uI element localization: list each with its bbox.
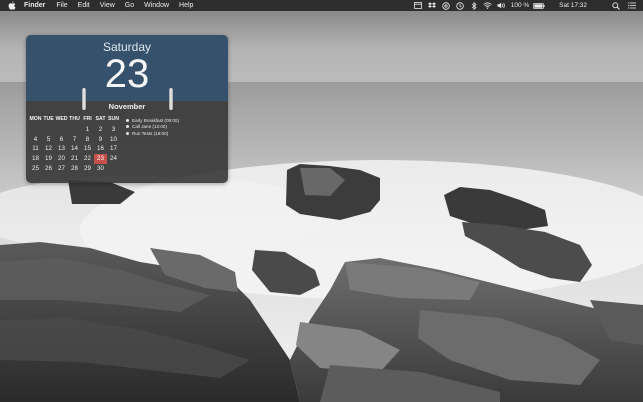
day-cell[interactable]: 12 — [42, 144, 55, 154]
week-row: 123 — [29, 125, 120, 135]
day-cell[interactable]: 25 — [29, 164, 42, 174]
menu-go[interactable]: Go — [125, 0, 134, 11]
month-grid: MON TUE WED THU FRI SAT SUN 1 2 3 4 5 6 7 8 9 10 1… — [29, 115, 120, 173]
weekday-header: THU — [69, 116, 80, 122]
weeks-container: 1 2 3 4 5 6 7 8 9 10 11 12 13 14 15 16 17 18 19 20 21 22 23 24 2… — [29, 125, 120, 174]
day-cell[interactable]: 11 — [29, 144, 42, 154]
event-label: Early Breakfast (08:00) — [132, 117, 179, 123]
menu-file[interactable]: File — [56, 0, 67, 11]
day-cell[interactable]: 3 — [107, 125, 120, 135]
day-cell[interactable]: 29 — [81, 164, 94, 174]
menu-help[interactable]: Help — [179, 0, 193, 11]
weekday-header-row: MON TUE WED THU FRI SAT SUN — [29, 115, 120, 125]
day-cell[interactable]: 9 — [94, 135, 107, 145]
day-cell[interactable]: 26 — [42, 164, 55, 174]
dropbox-icon[interactable] — [427, 0, 437, 11]
day-cell[interactable]: 20 — [55, 154, 68, 164]
status-area: 100 % Sat 17:32 — [409, 0, 637, 11]
day-cell[interactable]: 28 — [68, 164, 81, 174]
weekday-header: FRI — [83, 116, 92, 122]
event-list: Early Breakfast (08:00) Call Jane (12:00… — [126, 117, 179, 137]
calendar-icon[interactable] — [413, 0, 423, 11]
event-item[interactable]: Run Tests (18:00) — [126, 130, 179, 137]
weekday-header: SAT — [95, 116, 106, 122]
weekday-header: WED — [55, 116, 68, 122]
battery-percentage[interactable]: 100 % — [511, 0, 529, 11]
apple-logo-icon[interactable] — [8, 0, 17, 11]
menu-edit[interactable]: Edit — [78, 0, 90, 11]
day-cell-today[interactable]: 23 — [94, 154, 107, 164]
battery-icon[interactable] — [533, 0, 545, 11]
week-row: 25 26 27 28 29 30 — [29, 164, 120, 174]
menu-window[interactable]: Window — [144, 0, 169, 11]
day-cell[interactable]: 1 — [81, 125, 94, 135]
volume-icon[interactable] — [497, 0, 507, 11]
empty-day-cell — [42, 125, 55, 135]
day-cell[interactable]: 2 — [94, 125, 107, 135]
day-cell[interactable]: 17 — [107, 144, 120, 154]
day-cell[interactable]: 30 — [94, 164, 107, 174]
empty-day-cell — [107, 164, 120, 174]
day-cell[interactable]: 15 — [81, 144, 94, 154]
at-icon[interactable] — [441, 0, 451, 11]
bluetooth-icon[interactable] — [469, 0, 479, 11]
current-day-number: 23 — [104, 52, 150, 96]
menu-bar: Finder File Edit View Go Window Help 100… — [0, 0, 643, 11]
weekday-header: TUE — [43, 116, 54, 122]
menubar-clock[interactable]: Sat 17:32 — [559, 0, 587, 11]
event-bullet-icon — [126, 131, 129, 135]
time-machine-icon[interactable] — [455, 0, 465, 11]
weekday-header: MON — [29, 116, 42, 122]
menu-app-finder[interactable]: Finder — [24, 0, 45, 11]
weekday-header: SUN — [108, 116, 119, 122]
empty-day-cell — [55, 125, 68, 135]
day-cell[interactable]: 4 — [29, 135, 42, 145]
week-row: 18 19 20 21 22 23 24 — [29, 154, 120, 164]
event-label: Call Jane (12:00) — [132, 124, 167, 130]
event-bullet-icon — [126, 118, 129, 122]
day-cell[interactable]: 22 — [81, 154, 94, 164]
week-row: 4 5 6 7 8 9 10 — [29, 135, 120, 145]
event-item[interactable]: Early Breakfast (08:00) — [126, 117, 179, 124]
week-row: 11 12 13 14 15 16 17 — [29, 144, 120, 154]
menu-view[interactable]: View — [100, 0, 115, 11]
day-cell[interactable]: 21 — [68, 154, 81, 164]
notification-center-icon[interactable] — [627, 0, 637, 11]
day-cell[interactable]: 24 — [107, 154, 120, 164]
day-cell[interactable]: 27 — [55, 164, 68, 174]
empty-day-cell — [29, 125, 42, 135]
day-cell[interactable]: 19 — [42, 154, 55, 164]
day-cell[interactable]: 10 — [107, 135, 120, 145]
day-cell[interactable]: 7 — [68, 135, 81, 145]
wifi-icon[interactable] — [483, 0, 493, 11]
day-cell[interactable]: 13 — [55, 144, 68, 154]
calendar-widget[interactable]: Saturday 23 November MON TUE WED THU FRI… — [26, 35, 228, 183]
spotlight-search-icon[interactable] — [611, 0, 621, 11]
event-label: Run Tests (18:00) — [132, 130, 169, 136]
day-cell[interactable]: 5 — [42, 135, 55, 145]
day-cell[interactable]: 14 — [68, 144, 81, 154]
empty-day-cell — [68, 125, 81, 135]
current-month: November — [108, 102, 146, 111]
day-cell[interactable]: 18 — [29, 154, 42, 164]
day-cell[interactable]: 6 — [55, 135, 68, 145]
event-bullet-icon — [126, 125, 129, 129]
day-cell[interactable]: 8 — [81, 135, 94, 145]
day-cell[interactable]: 16 — [94, 144, 107, 154]
